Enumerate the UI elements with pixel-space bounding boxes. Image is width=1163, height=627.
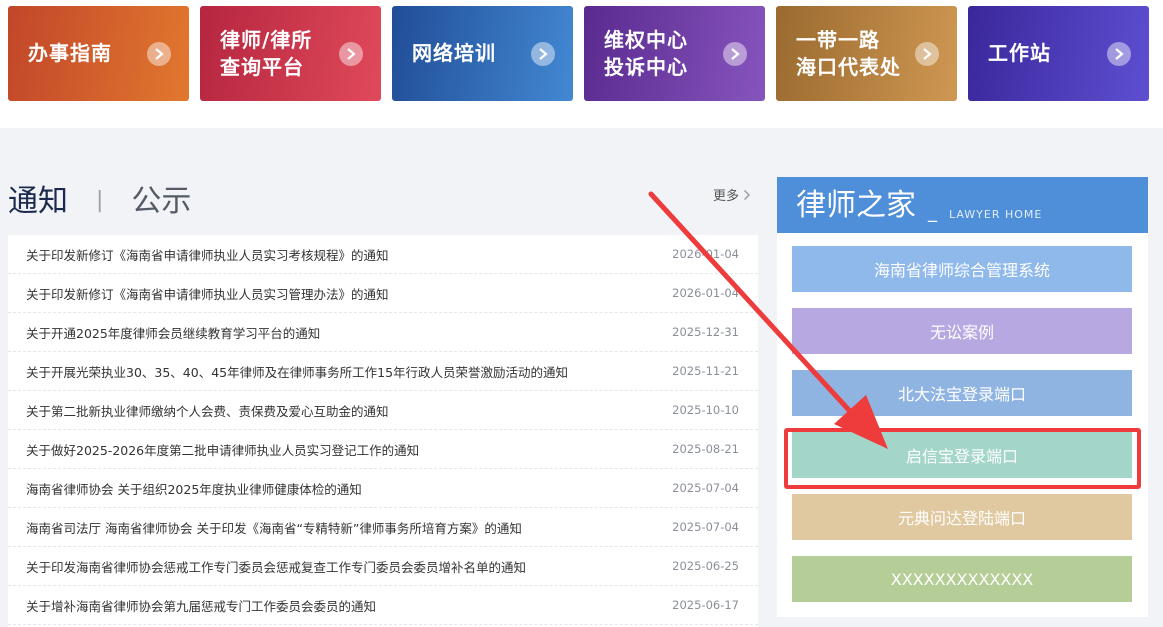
lawyer-home-panel: 律师之家 _ LAWYER HOME 海南省律师综合管理系统 无讼案例 北大法宝…	[777, 177, 1148, 617]
notice-date: 2026-01-04	[672, 247, 739, 261]
tile-rights-complaint-center[interactable]: 维权中心 投诉中心	[584, 6, 765, 101]
tile-label: 办事指南	[28, 41, 112, 65]
title-underscore: _	[928, 202, 937, 223]
list-item[interactable]: 海南省司法厅 海南省律师协会 关于印发《海南省“专精特新”律师事务所培育方案》的…	[8, 508, 758, 547]
notice-date: 2025-07-04	[672, 520, 739, 534]
tile-belt-road-haikou-office[interactable]: 一带一路 海口代表处	[776, 6, 957, 101]
tile-label: 维权中心 投诉中心	[604, 27, 688, 79]
lawyer-home-title: 律师之家	[796, 188, 916, 223]
list-item[interactable]: 关于开展光荣执业30、35、40、45年律师及在律师事务所工作15年行政人员荣誉…	[8, 352, 758, 391]
notice-title: 关于开通2025年度律师会员继续教育学习平台的通知	[26, 325, 321, 341]
qixinbao-login-button[interactable]: 启信宝登录端口	[792, 432, 1132, 478]
quick-links-strip: 办事指南 律师/律所 查询平台 网络培训 维权中心 投诉中心 一带一路 海口代表…	[0, 0, 1163, 128]
tile-label: 律师/律所 查询平台	[220, 27, 313, 79]
placeholder-link-button[interactable]: XXXXXXXXXXXXX	[792, 556, 1132, 602]
chevron-right-icon	[531, 42, 555, 66]
notice-date: 2025-08-21	[672, 442, 739, 456]
chevron-right-icon	[1107, 42, 1131, 66]
notice-date: 2025-12-31	[672, 325, 739, 339]
list-item[interactable]: 海南省律师协会 关于组织2025年度执业律师健康体检的通知 2025-07-04	[8, 469, 758, 508]
tile-label: 工作站	[988, 41, 1051, 65]
yuandian-login-button[interactable]: 元典问达登陆端口	[792, 494, 1132, 540]
lawyer-home-subtitle: LAWYER HOME	[949, 208, 1043, 221]
notice-title: 关于增补海南省律师协会第九届惩戒专门工作委员会委员的通知	[26, 598, 377, 614]
notice-list: 关于印发新修订《海南省申请律师执业人员实习考核规程》的通知 2026-01-04 …	[8, 235, 758, 627]
chevron-right-icon	[743, 189, 751, 200]
hainan-lawyer-system-button[interactable]: 海南省律师综合管理系统	[792, 246, 1132, 292]
notice-date: 2025-07-04	[672, 481, 739, 495]
pkulaw-login-button[interactable]: 北大法宝登录端口	[792, 370, 1132, 416]
notice-date: 2026-01-04	[672, 286, 739, 300]
notice-title: 海南省司法厅 海南省律师协会 关于印发《海南省“专精特新”律师事务所培育方案》的…	[26, 520, 522, 536]
list-item[interactable]: 关于印发新修订《海南省申请律师执业人员实习考核规程》的通知 2026-01-04	[8, 235, 758, 274]
notice-date: 2025-10-10	[672, 403, 739, 417]
notice-title: 关于第二批新执业律师缴纳个人会费、责保费及爱心互助金的通知	[26, 403, 389, 419]
list-item[interactable]: 关于做好2025-2026年度第二批申请律师执业人员实习登记工作的通知 2025-…	[8, 430, 758, 469]
list-item[interactable]: 关于增补海南省律师协会第九届惩戒专门工作委员会委员的通知 2025-06-17	[8, 586, 758, 625]
wusong-cases-button[interactable]: 无讼案例	[792, 308, 1132, 354]
notice-date: 2025-06-25	[672, 559, 739, 573]
more-link[interactable]: 更多	[713, 185, 751, 204]
notice-title: 关于印发新修订《海南省申请律师执业人员实习管理办法》的通知	[26, 286, 389, 302]
notice-title: 关于开展光荣执业30、35、40、45年律师及在律师事务所工作15年行政人员荣誉…	[26, 364, 569, 380]
chevron-right-icon	[147, 42, 171, 66]
notice-title: 关于做好2025-2026年度第二批申请律师执业人员实习登记工作的通知	[26, 442, 420, 458]
tile-service-guide[interactable]: 办事指南	[8, 6, 189, 101]
notice-date: 2025-11-21	[672, 364, 739, 378]
tab-separator: |	[96, 188, 104, 213]
chevron-right-icon	[339, 42, 363, 66]
list-item[interactable]: 关于印发海南省律师协会惩戒工作专门委员会惩戒复查工作专门委员会委员增补名单的通知…	[8, 547, 758, 586]
tile-workstation[interactable]: 工作站	[968, 6, 1149, 101]
tab-announcements[interactable]: 公示	[131, 176, 191, 220]
list-item[interactable]: 关于开通2025年度律师会员继续教育学习平台的通知 2025-12-31	[8, 313, 758, 352]
notice-title: 关于印发海南省律师协会惩戒工作专门委员会惩戒复查工作专门委员会委员增补名单的通知	[26, 559, 527, 575]
tile-lawyer-firm-query[interactable]: 律师/律所 查询平台	[200, 6, 381, 101]
tile-online-training[interactable]: 网络培训	[392, 6, 573, 101]
notice-title: 关于印发新修订《海南省申请律师执业人员实习考核规程》的通知	[26, 247, 389, 263]
tile-label: 网络培训	[412, 41, 496, 65]
chevron-right-icon	[723, 42, 747, 66]
tab-notices[interactable]: 通知	[8, 176, 68, 220]
more-label: 更多	[713, 189, 740, 204]
notice-title: 海南省律师协会 关于组织2025年度执业律师健康体检的通知	[26, 481, 362, 497]
notice-header: 通知 | 公示	[8, 176, 191, 220]
lawyer-home-header: 律师之家 _ LAWYER HOME	[777, 177, 1148, 233]
list-item[interactable]: 关于第二批新执业律师缴纳个人会费、责保费及爱心互助金的通知 2025-10-10	[8, 391, 758, 430]
tile-label: 一带一路 海口代表处	[796, 27, 901, 79]
notice-date: 2025-06-17	[672, 598, 739, 612]
list-item[interactable]: 关于印发新修订《海南省申请律师执业人员实习管理办法》的通知 2026-01-04	[8, 274, 758, 313]
chevron-right-icon	[915, 42, 939, 66]
